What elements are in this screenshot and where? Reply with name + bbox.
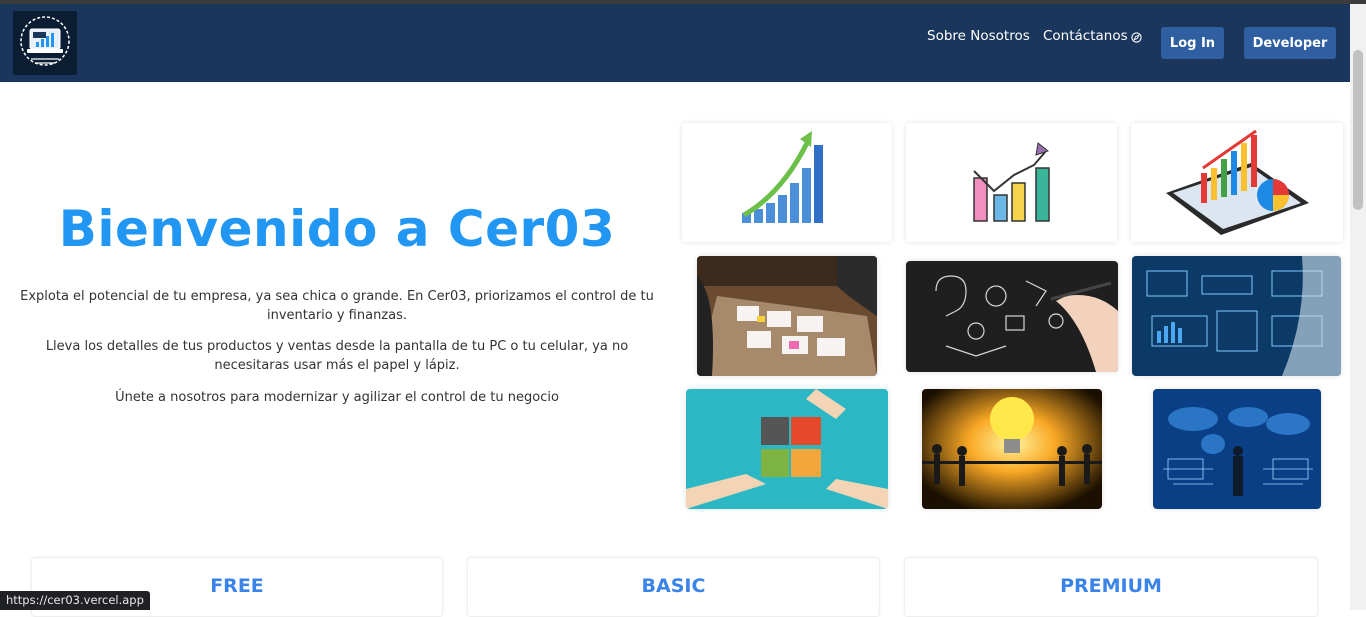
- navbar: Sobre Nosotros Contáctanos Log In Develo…: [0, 4, 1350, 82]
- compass-icon: [1131, 32, 1142, 43]
- meeting-table-image: [697, 256, 877, 376]
- trend-chart-image: [906, 123, 1117, 242]
- plan-title-premium: PREMIUM: [1060, 575, 1162, 597]
- hero-paragraph-1: Explota el potencial de tu empresa, ya s…: [20, 289, 654, 323]
- plan-card-premium[interactable]: PREMIUM: [904, 557, 1318, 617]
- tablet-chart-image: [1131, 123, 1343, 242]
- plan-card-basic[interactable]: BASIC: [467, 557, 880, 617]
- status-bar-url: https://cer03.vercel.app: [0, 591, 150, 610]
- hero-paragraph-2: Lleva los detalles de tus productos y ve…: [45, 339, 629, 373]
- logo-icon: [20, 16, 70, 66]
- login-button[interactable]: Log In: [1161, 27, 1224, 59]
- business-sketch-image: [906, 261, 1118, 372]
- scrollbar-thumb[interactable]: [1353, 50, 1363, 210]
- nav-link-contactanos[interactable]: Contáctanos: [1043, 28, 1128, 44]
- world-map-data-image: [1153, 389, 1321, 509]
- puzzle-hands-image: [686, 389, 888, 509]
- nav-link-sobre-nosotros[interactable]: Sobre Nosotros: [927, 28, 1030, 44]
- page-scrollbar[interactable]: [1350, 4, 1366, 610]
- light-bulb-team-image: [922, 389, 1102, 509]
- hero-title: Bienvenido a Cer03: [58, 200, 616, 258]
- cer03-logo[interactable]: [13, 11, 77, 75]
- growth-bar-chart-image: [682, 123, 892, 242]
- hero-paragraph-3: Únete a nosotros para modernizar y agili…: [115, 390, 559, 405]
- developer-button[interactable]: Developer: [1244, 27, 1336, 59]
- big-data-image: [1132, 256, 1341, 376]
- plan-title-basic: BASIC: [641, 575, 706, 597]
